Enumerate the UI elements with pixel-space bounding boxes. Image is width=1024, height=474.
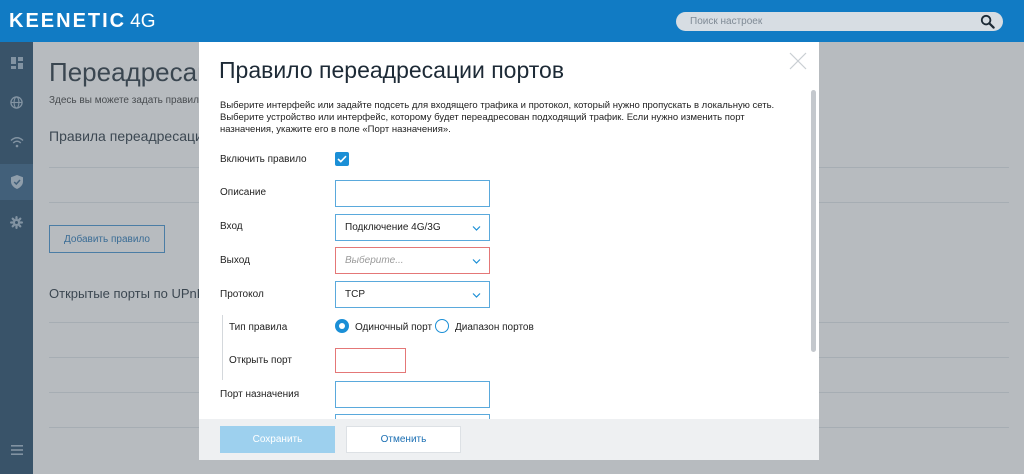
description-label: Описание bbox=[220, 187, 267, 198]
single-port-radio[interactable] bbox=[335, 319, 349, 333]
checkmark-icon bbox=[337, 155, 347, 163]
brand-logo[interactable]: KEENETIC 4G bbox=[9, 11, 155, 32]
port-range-radio[interactable] bbox=[435, 319, 449, 333]
single-port-label[interactable]: Одиночный порт bbox=[355, 322, 432, 334]
dialog-scrollbar[interactable] bbox=[811, 90, 816, 352]
dialog-title: Правило переадресации портов bbox=[219, 57, 565, 83]
search-placeholder: Поиск настроек bbox=[690, 16, 763, 27]
output-placeholder: Выберите... bbox=[345, 255, 404, 266]
protocol-label: Протокол bbox=[220, 289, 264, 300]
search-input[interactable]: Поиск настроек bbox=[676, 12, 1003, 31]
port-forwarding-rule-dialog: Правило переадресации портов Выберите ин… bbox=[199, 42, 819, 460]
brand-name: KEENETIC bbox=[9, 10, 127, 32]
enable-rule-checkbox[interactable] bbox=[335, 152, 349, 166]
protocol-value: TCP bbox=[345, 289, 365, 300]
brand-suffix: 4G bbox=[130, 11, 156, 32]
description-input[interactable] bbox=[335, 180, 490, 207]
dialog-footer: Сохранить Отменить bbox=[199, 419, 819, 460]
search-icon[interactable] bbox=[980, 14, 995, 29]
top-bar: KEENETIC 4G Поиск настроек bbox=[0, 0, 1024, 42]
input-interface-select[interactable]: Подключение 4G/3G bbox=[335, 214, 490, 241]
port-range-label[interactable]: Диапазон портов bbox=[455, 322, 534, 334]
destination-port-label: Порт назначения bbox=[220, 389, 300, 400]
open-port-label: Открыть порт bbox=[229, 355, 292, 366]
rule-type-label: Тип правила bbox=[229, 322, 288, 333]
dialog-description: Выберите интерфейс или задайте подсеть д… bbox=[220, 100, 775, 135]
cancel-button[interactable]: Отменить bbox=[346, 426, 461, 453]
chevron-down-icon bbox=[472, 226, 481, 231]
protocol-select[interactable]: TCP bbox=[335, 281, 490, 308]
output-label: Выход bbox=[220, 255, 250, 266]
open-port-input[interactable] bbox=[335, 348, 406, 373]
chevron-down-icon bbox=[472, 259, 481, 264]
enable-rule-label: Включить правило bbox=[220, 154, 307, 165]
input-interface-value: Подключение 4G/3G bbox=[345, 222, 441, 233]
save-button[interactable]: Сохранить bbox=[220, 426, 335, 453]
nested-group-line bbox=[222, 315, 223, 380]
input-label: Вход bbox=[220, 221, 243, 232]
output-select[interactable]: Выберите... bbox=[335, 247, 490, 274]
chevron-down-icon bbox=[472, 293, 481, 298]
close-icon[interactable] bbox=[789, 52, 807, 70]
destination-port-input[interactable] bbox=[335, 381, 490, 408]
